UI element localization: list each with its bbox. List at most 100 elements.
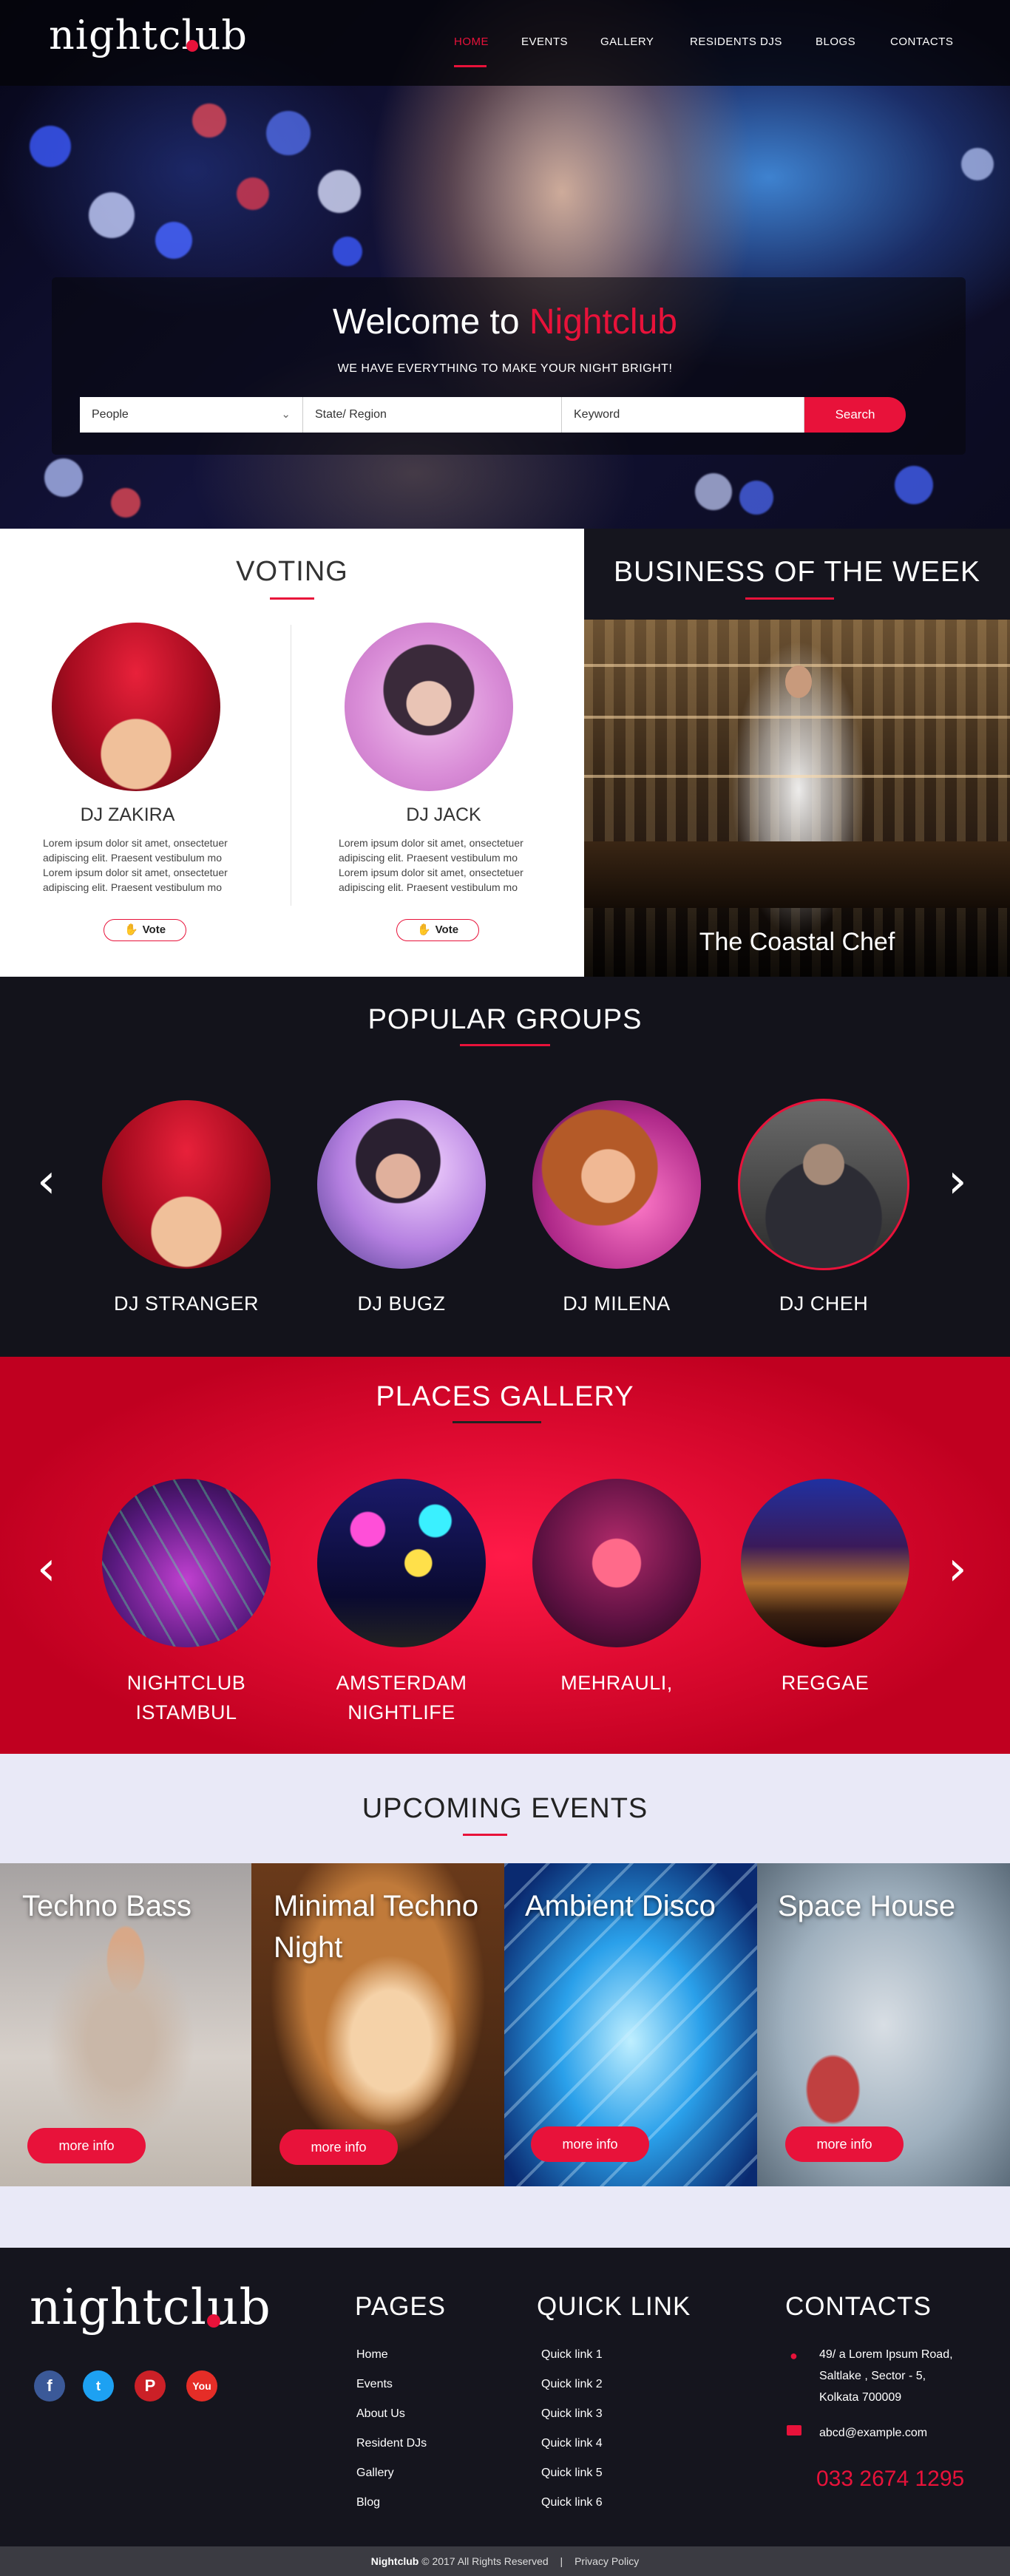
footer-link-about[interactable]: About Us	[356, 2407, 405, 2421]
business-title: BUSINESS OF THE WEEK	[613, 556, 981, 588]
logo-glass-icon	[186, 40, 198, 52]
region-placeholder: State/ Region	[315, 408, 387, 421]
nav-contacts[interactable]: CONTACTS	[890, 35, 953, 48]
event-title: Space House	[778, 1890, 956, 1922]
nav-active-indicator	[454, 65, 487, 67]
search-button[interactable]: Search	[804, 397, 906, 433]
thumbs-up-icon: ✋	[123, 923, 138, 936]
dj-zakira-text: Lorem ipsum dolor sit amet, onsectetuer …	[43, 837, 228, 893]
more-info-button[interactable]: more info	[27, 2128, 146, 2163]
footer-quick-title: QUICK LINK	[537, 2292, 691, 2321]
youtube-icon[interactable]: You	[186, 2370, 217, 2402]
nav-blogs[interactable]: BLOGS	[816, 35, 855, 48]
place-name-line: NIGHTLIFE	[348, 1701, 455, 1723]
event-title: Minimal Techno Night	[274, 1890, 479, 1964]
nav-events[interactable]: EVENTS	[521, 35, 568, 48]
bar-counter	[584, 841, 1010, 908]
footer-quick-link-1[interactable]: Quick link 1	[541, 2348, 603, 2362]
event-title: Ambient Disco	[525, 1890, 716, 1922]
places-next-arrow-icon[interactable]: ›	[948, 1545, 967, 1593]
footer-contacts-title: CONTACTS	[785, 2292, 932, 2321]
place-name-line: ISTAMBUL	[135, 1701, 237, 1723]
place-amsterdam-photo[interactable]	[317, 1479, 486, 1647]
business-photo	[584, 620, 1010, 977]
dj-bugz-photo[interactable]	[317, 1100, 486, 1269]
dj-milena-photo[interactable]	[532, 1100, 701, 1269]
dj-stranger-name: DJ STRANGER	[113, 1292, 260, 1315]
more-info-button[interactable]: more info	[279, 2129, 398, 2165]
footer-quick-link-2[interactable]: Quick link 2	[541, 2378, 603, 2391]
places-prev-arrow-icon[interactable]: ‹	[37, 1545, 56, 1593]
more-info-button[interactable]: more info	[531, 2126, 649, 2162]
twitter-icon[interactable]: t	[83, 2370, 114, 2402]
place-mehrauli-name: MEHRAULI,	[514, 1668, 719, 1698]
footer-quick-link-5[interactable]: Quick link 5	[541, 2467, 603, 2480]
place-istambul-name: NIGHTCLUB ISTAMBUL	[84, 1668, 289, 1727]
popular-title: POPULAR GROUPS	[367, 1004, 643, 1035]
footer-email[interactable]: abcd@example.com	[819, 2427, 927, 2440]
dj-zakira-photo	[52, 623, 220, 791]
event-card[interactable]: Ambient Disco more info	[504, 1863, 757, 2186]
footer-quick-link-6[interactable]: Quick link 6	[541, 2496, 603, 2509]
footer-link-gallery[interactable]: Gallery	[356, 2467, 394, 2480]
place-name-line: REGGAE	[781, 1672, 870, 1694]
copyright-separator: |	[560, 2555, 563, 2567]
business-caption: The Coastal Chef	[699, 928, 895, 956]
popular-next-arrow-icon[interactable]: ›	[948, 1158, 967, 1205]
popular-title-underline	[460, 1044, 550, 1046]
dj-stranger-photo[interactable]	[102, 1100, 271, 1269]
place-reggae-photo[interactable]	[741, 1479, 909, 1647]
keyword-placeholder: Keyword	[574, 408, 620, 421]
place-istambul-photo[interactable]	[102, 1479, 271, 1647]
footer-logo[interactable]: nightclub	[30, 2279, 271, 2336]
dj-jack-text: Lorem ipsum dolor sit amet, onsectetuer …	[339, 837, 523, 893]
upcoming-title: UPCOMING EVENTS	[362, 1793, 648, 1824]
more-info-button[interactable]: more info	[785, 2126, 904, 2162]
copyright-bar: Nightclub © 2017 All Rights Reserved | P…	[0, 2546, 1010, 2576]
place-mehrauli-photo[interactable]	[532, 1479, 701, 1647]
chevron-down-icon: ⌄	[281, 408, 291, 421]
dj-cheh-photo[interactable]	[738, 1099, 909, 1270]
hero-title: Welcome to Nightclub	[0, 302, 1010, 342]
nav-gallery[interactable]: GALLERY	[600, 35, 654, 48]
footer-quick-link-3[interactable]: Quick link 3	[541, 2407, 603, 2421]
upcoming-title-underline	[463, 1834, 507, 1836]
footer-link-events[interactable]: Events	[356, 2378, 393, 2391]
voting-title-underline	[270, 597, 314, 600]
event-card[interactable]: Minimal Techno Night more info	[251, 1863, 504, 2186]
hero-title-prefix: Welcome to	[333, 302, 529, 342]
place-amsterdam-name: AMSTERDAM NIGHTLIFE	[299, 1668, 504, 1727]
hero-title-highlight: Nightclub	[529, 302, 677, 342]
place-name-line: MEHRAULI,	[560, 1672, 673, 1694]
dj-zakira-name: DJ ZAKIRA	[80, 804, 175, 825]
business-title-underline	[745, 597, 834, 600]
bar-shelf	[584, 775, 1010, 778]
hero-subtitle: WE HAVE EVERYTHING TO MAKE YOUR NIGHT BR…	[337, 362, 673, 375]
vote-jack-button[interactable]: ✋ Vote	[396, 919, 479, 941]
footer-quick-link-4[interactable]: Quick link 4	[541, 2437, 603, 2450]
event-card[interactable]: Techno Bass more info	[0, 1863, 251, 2186]
facebook-icon[interactable]: f	[34, 2370, 65, 2402]
footer-link-home[interactable]: Home	[356, 2348, 388, 2362]
place-name-line: AMSTERDAM	[336, 1672, 467, 1694]
dj-jack-name: DJ JACK	[406, 804, 481, 825]
footer-link-resident-djs[interactable]: Resident DJs	[356, 2437, 427, 2450]
nav-home[interactable]: HOME	[454, 35, 489, 48]
place-reggae-name: REGGAE	[722, 1668, 928, 1698]
people-select-value: People	[92, 408, 129, 421]
dj-cheh-name: DJ CHEH	[779, 1292, 869, 1315]
places-title-underline	[453, 1421, 541, 1423]
footer-link-blog[interactable]: Blog	[356, 2496, 380, 2509]
pinterest-icon[interactable]: P	[135, 2370, 166, 2402]
site-logo[interactable]: nightclub	[49, 12, 248, 58]
region-input[interactable]: State/ Region	[303, 397, 562, 433]
footer-phone[interactable]: 033 2674 1295	[816, 2467, 964, 2492]
nav-residents-djs[interactable]: RESIDENTS DJS	[690, 35, 782, 48]
vote-zakira-button[interactable]: ✋ Vote	[104, 919, 186, 941]
popular-prev-arrow-icon[interactable]: ‹	[37, 1158, 56, 1205]
bar-shelf	[584, 716, 1010, 719]
event-card[interactable]: Space House more info	[757, 1863, 1010, 2186]
privacy-policy-link[interactable]: Privacy Policy	[575, 2555, 639, 2567]
people-select[interactable]: People ⌄	[80, 397, 303, 433]
keyword-input[interactable]: Keyword	[562, 397, 804, 433]
